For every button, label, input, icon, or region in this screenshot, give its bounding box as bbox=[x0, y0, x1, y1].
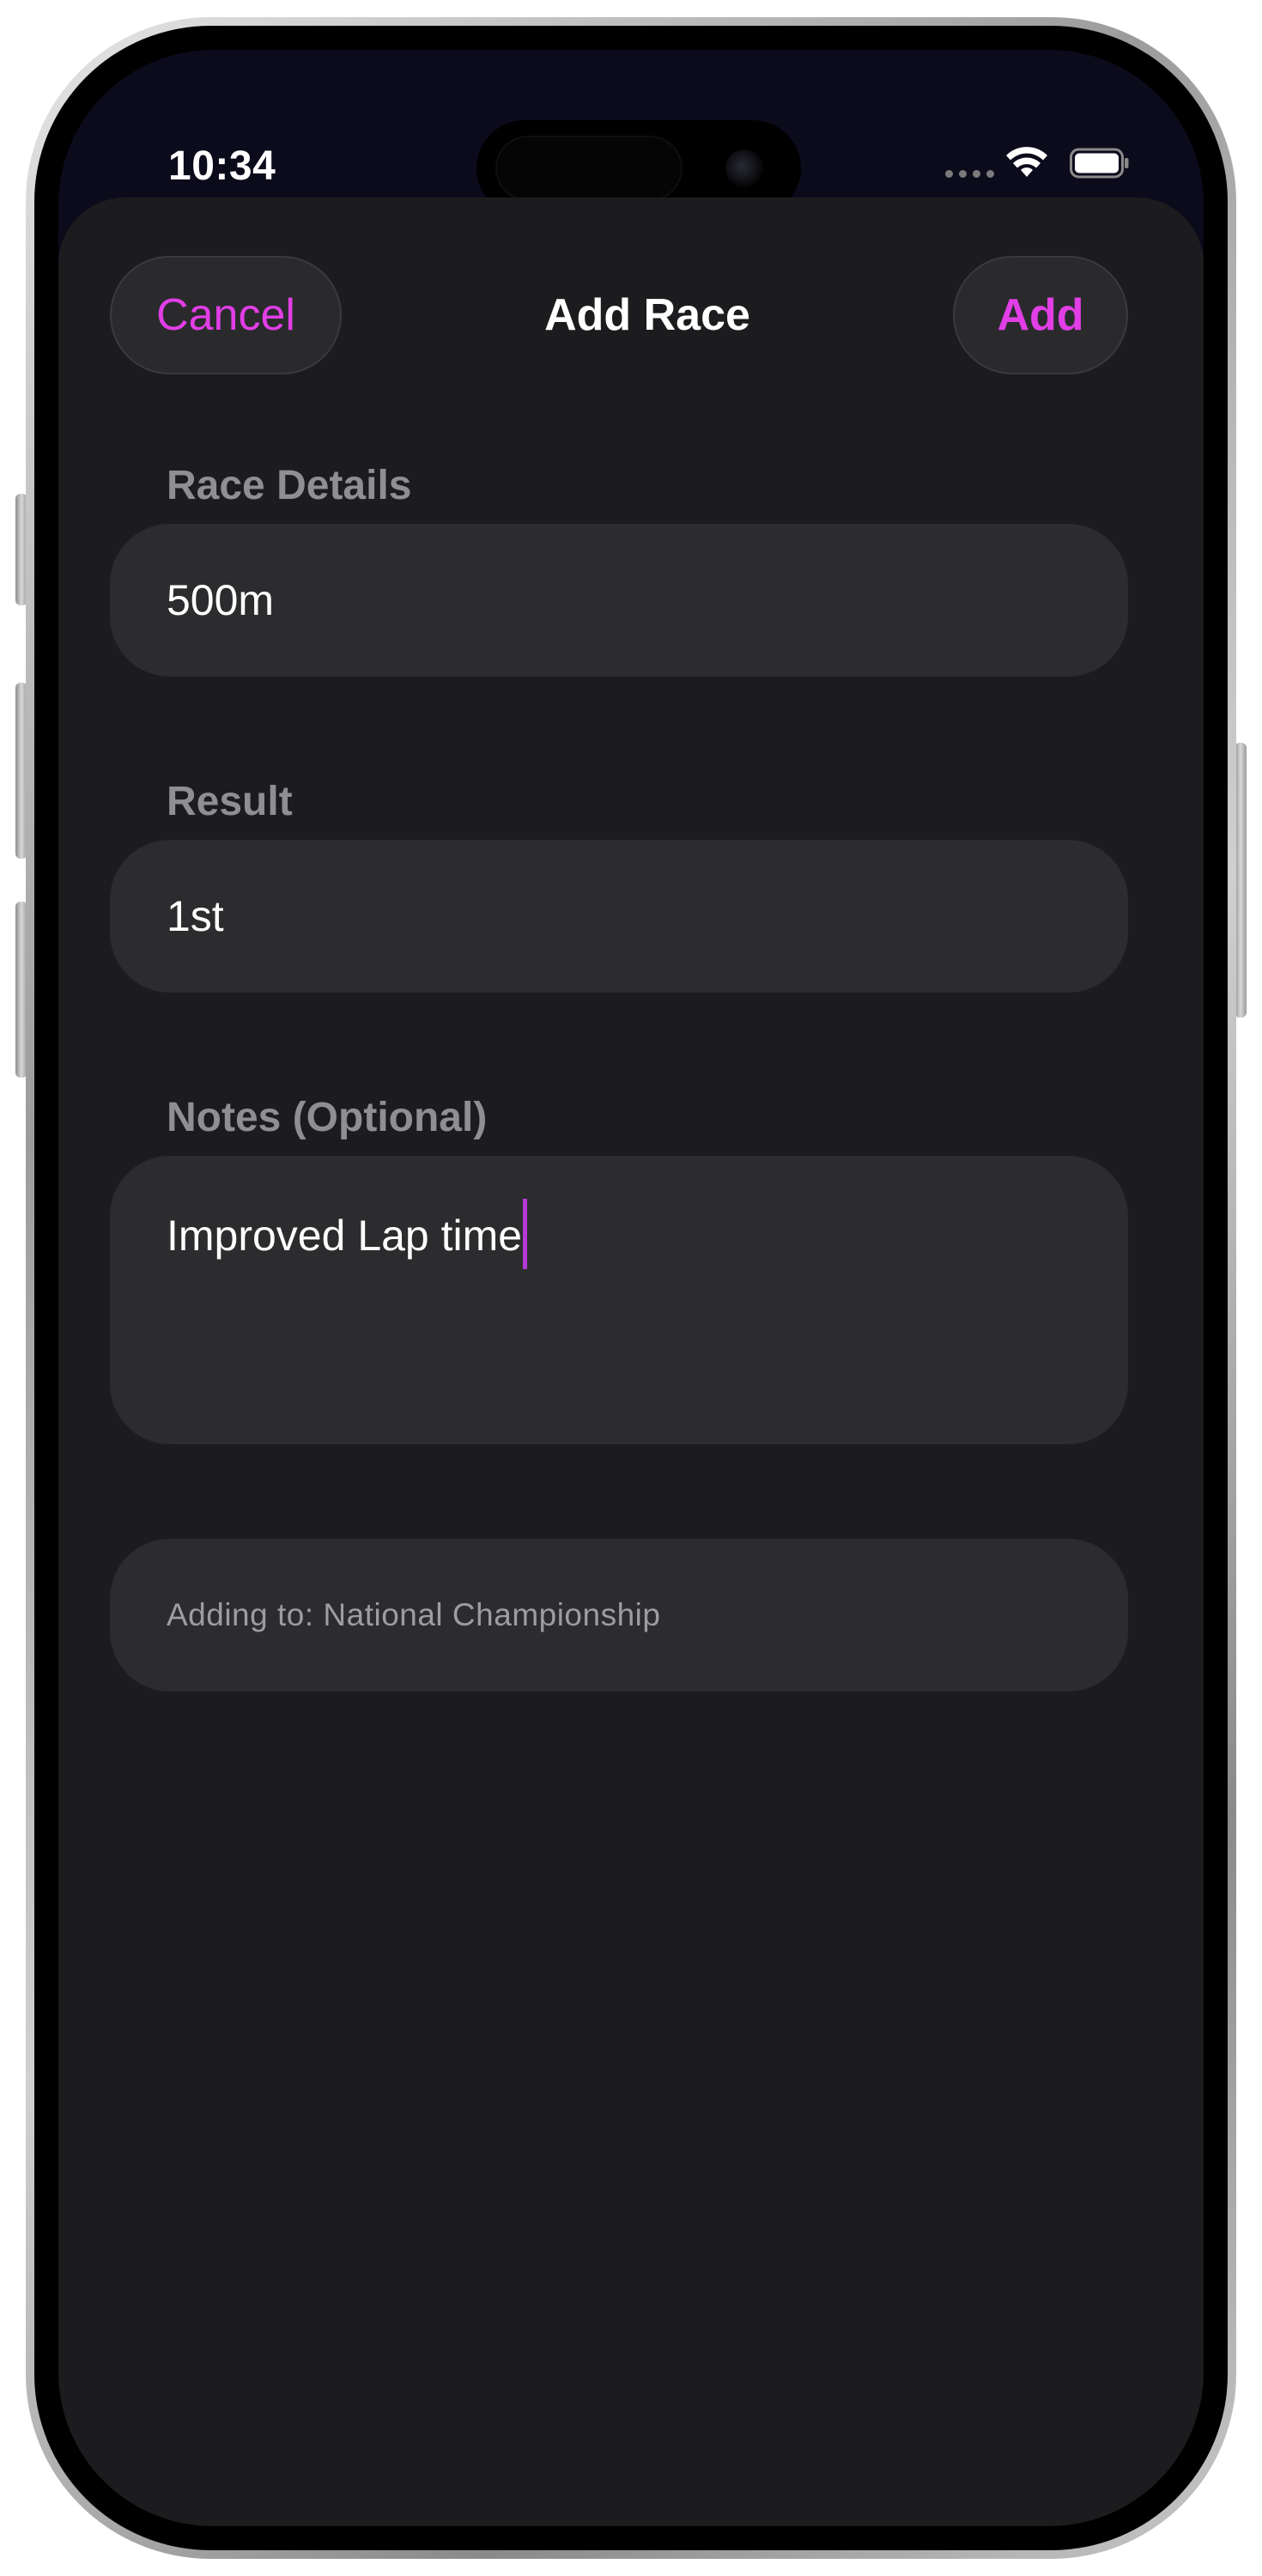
cellular-dots-icon bbox=[945, 170, 994, 178]
race-details-value: 500m bbox=[167, 576, 275, 624]
front-camera-icon bbox=[725, 149, 763, 187]
race-details-field[interactable]: 500m bbox=[110, 524, 1128, 677]
power-button bbox=[1235, 743, 1247, 1018]
cancel-button[interactable]: Cancel bbox=[110, 256, 342, 374]
race-details-label: Race Details bbox=[167, 463, 412, 508]
notes-label: Notes (Optional) bbox=[167, 1095, 488, 1140]
island-sensor-area bbox=[495, 136, 683, 201]
adding-to-info: Adding to: National Championship bbox=[110, 1539, 1128, 1692]
result-field[interactable]: 1st bbox=[110, 840, 1128, 993]
notes-value: Improved Lap time bbox=[167, 1212, 523, 1260]
status-time: 10:34 bbox=[168, 143, 276, 189]
wifi-icon bbox=[1006, 147, 1047, 177]
adding-to-text: Adding to: National Championship bbox=[167, 1597, 661, 1632]
phone-frame: 10:34 Cancel Add Race Add Race Details 5… bbox=[26, 17, 1236, 2559]
add-race-sheet: Cancel Add Race Add Race Details 500m Re… bbox=[58, 197, 1204, 2526]
page-title: Add Race bbox=[544, 290, 750, 340]
battery-icon bbox=[1070, 148, 1129, 179]
notes-textarea[interactable]: Improved Lap time bbox=[110, 1156, 1128, 1444]
device-stage: 10:34 Cancel Add Race Add Race Details 5… bbox=[0, 0, 1262, 2576]
result-value: 1st bbox=[167, 892, 224, 940]
screen: 10:34 Cancel Add Race Add Race Details 5… bbox=[58, 50, 1204, 2526]
phone-bezel: 10:34 Cancel Add Race Add Race Details 5… bbox=[34, 26, 1228, 2550]
add-button[interactable]: Add bbox=[953, 256, 1128, 374]
text-caret bbox=[523, 1199, 528, 1269]
result-label: Result bbox=[167, 779, 293, 824]
